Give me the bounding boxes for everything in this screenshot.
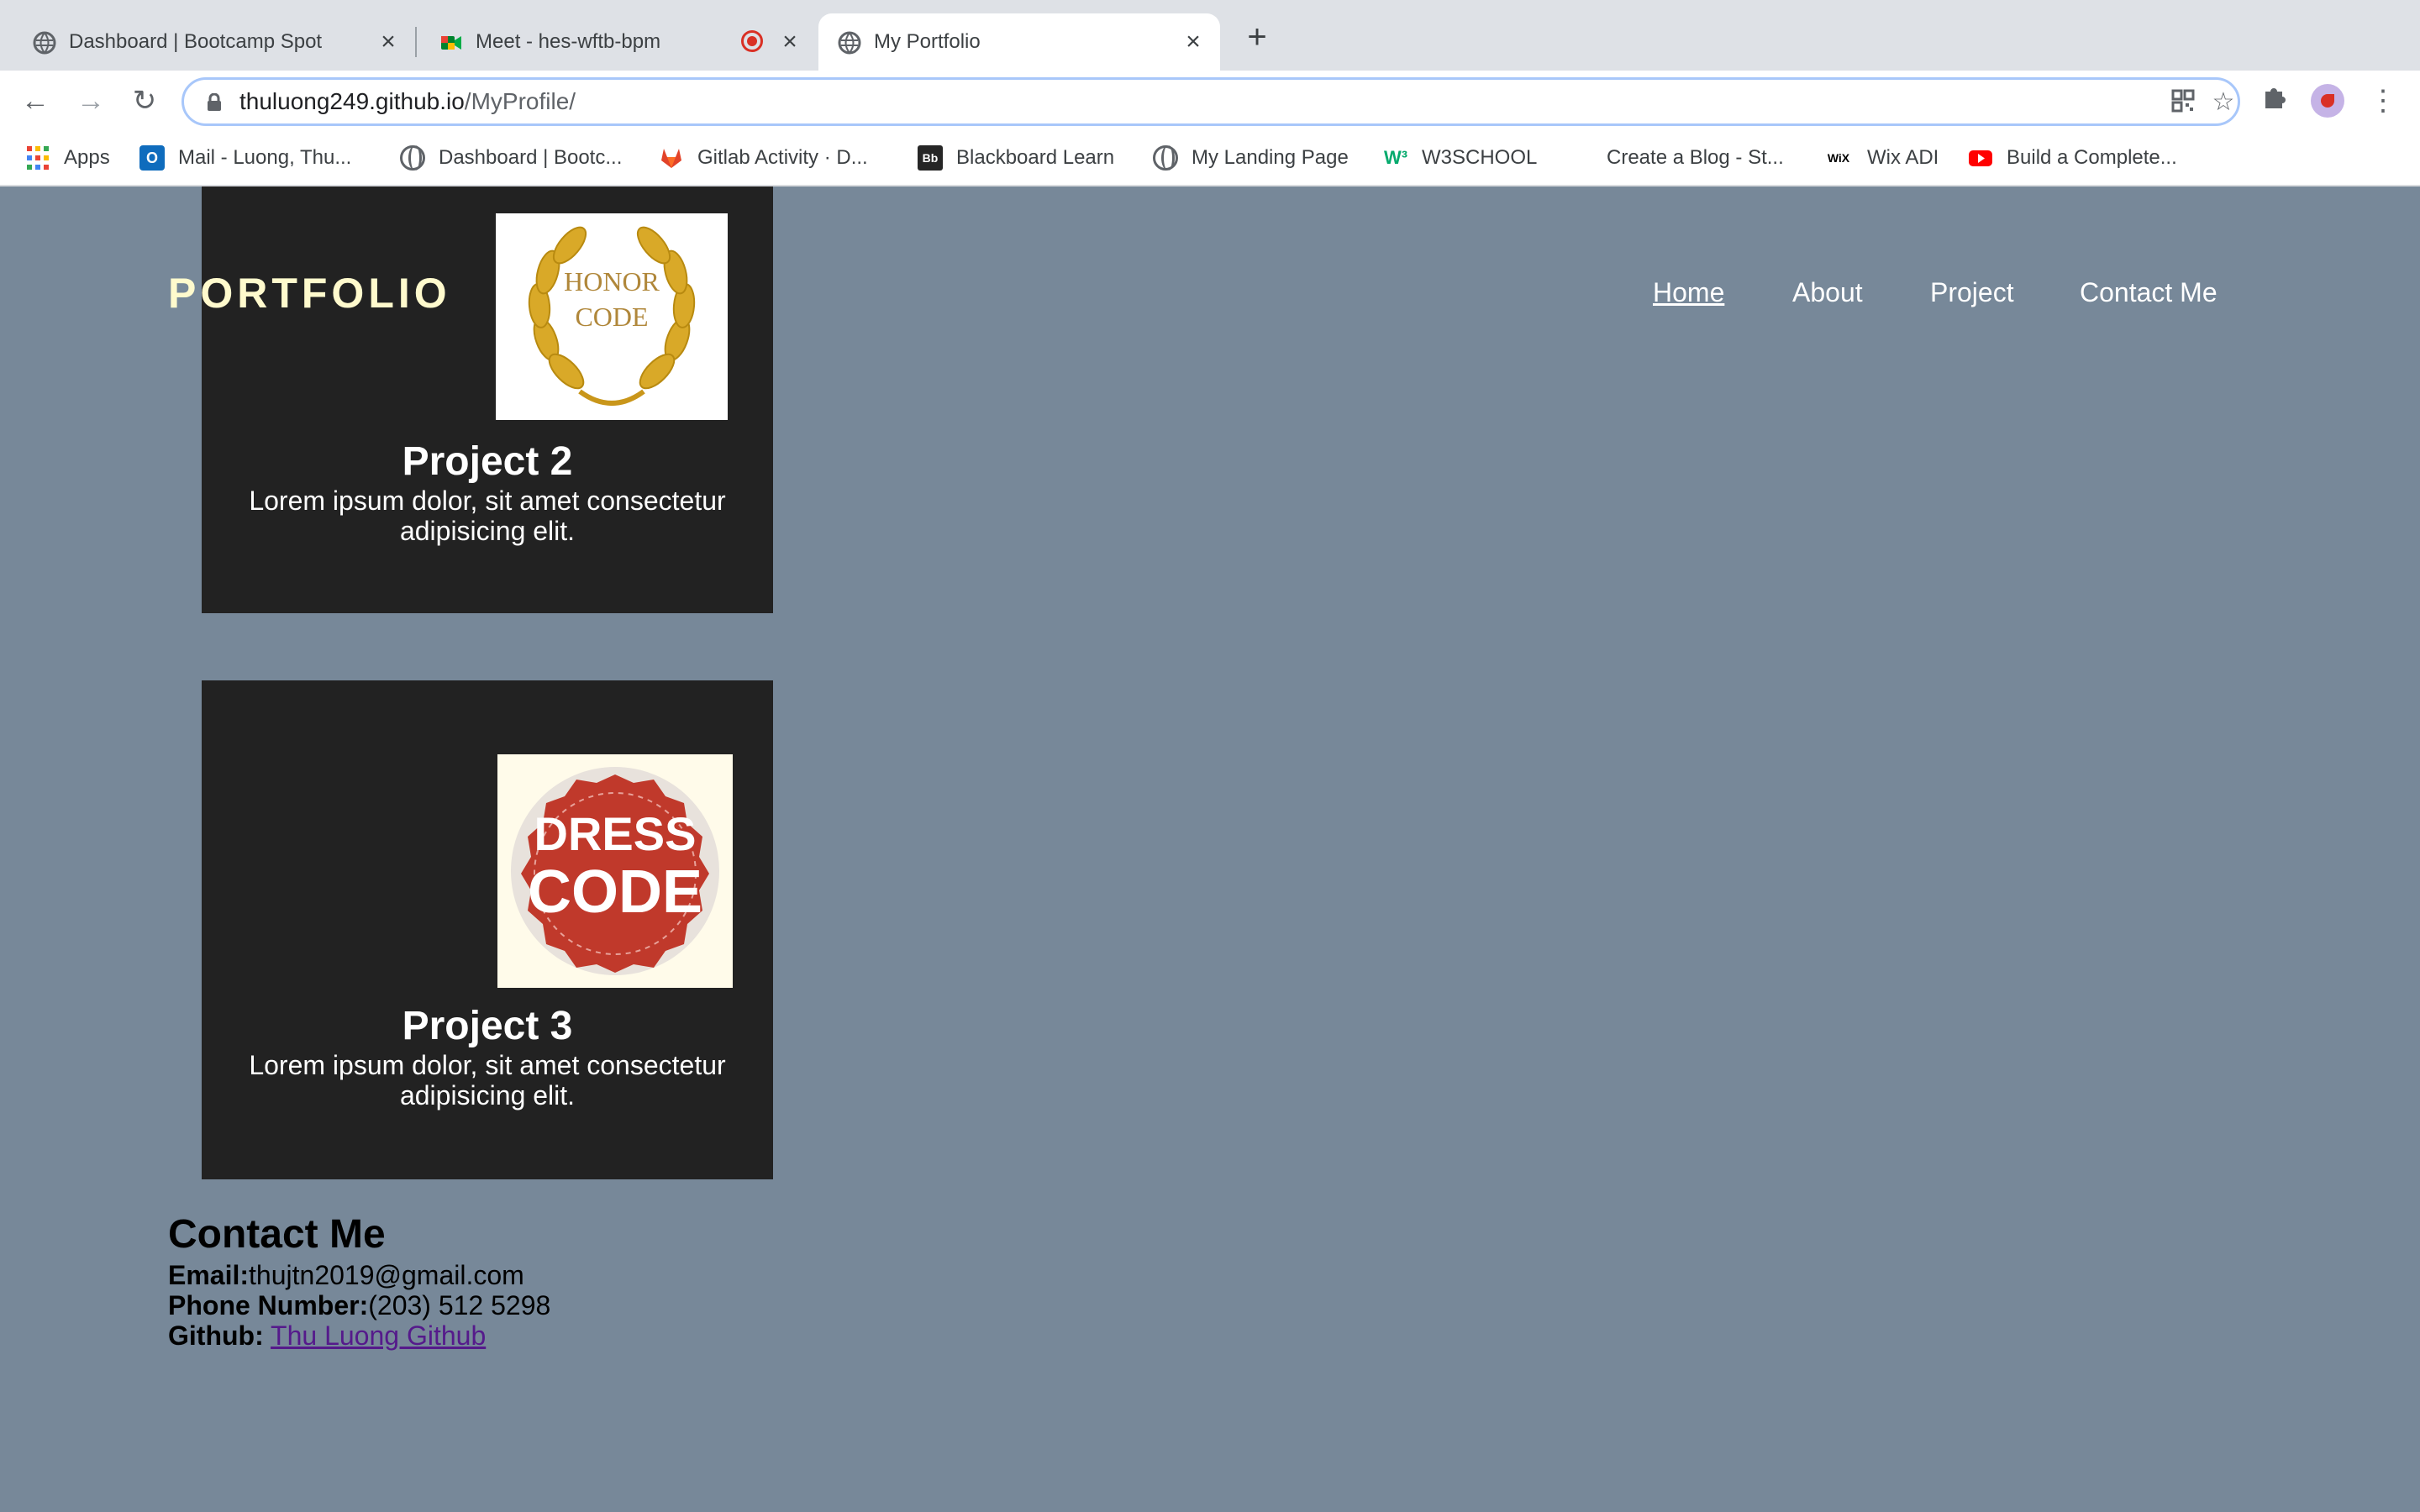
tab-title: Meet - hes-wftb-bpm [476,30,661,53]
globe-icon [1153,145,1178,171]
reload-icon[interactable]: ↻ [126,82,163,119]
image-text-line: DRESS [534,807,697,860]
tab-strip: Dashboard | Bootcamp Spot × Meet - hes-w… [0,0,2420,71]
wix-icon: WiX [1827,151,1850,165]
page-viewport: HONOR CODE Project 2 Lorem ipsum dolor, … [0,186,2420,1512]
contact-github: Github: Thu Luong Github [168,1320,486,1352]
bookmark-wix[interactable]: WiX Wix ADI [1823,143,1939,173]
bookmark-label: Create a Blog - St... [1607,146,1784,169]
nav-contact-me[interactable]: Contact Me [2080,277,2217,308]
youtube-icon [1969,150,1992,166]
phone-value: (203) 512 5298 [368,1290,551,1320]
email-value: thujtn2019@gmail.com [249,1260,524,1290]
forward-arrow-icon[interactable]: → [72,82,109,119]
globe-icon [838,31,861,55]
url-text[interactable]: thuluong249.github.io/MyProfile/ [239,88,576,115]
back-arrow-icon[interactable]: ← [17,82,54,119]
lock-icon [208,93,221,111]
browser-toolbar: ← → ↻ thuluong249.github.io/MyProfile/ ☆… [0,71,2420,131]
image-text-line: CODE [527,858,703,926]
project-card: HONOR CODE Project 2 Lorem ipsum dolor, … [202,186,773,613]
contact-email: Email:thujtn2019@gmail.com [168,1260,524,1291]
bookmark-label: Gitlab Activity · D... [697,146,868,169]
extensions-puzzle-icon[interactable] [2255,82,2292,119]
bookmark-label: W3SCHOOL [1422,146,1538,169]
url-host: thuluong249.github.io [239,88,465,114]
bookmark-star-icon[interactable]: ☆ [2209,88,2238,117]
close-tab-icon[interactable]: × [1180,29,1207,55]
site-logo[interactable]: PORTFOLIO [168,269,451,318]
contact-phone: Phone Number:(203) 512 5298 [168,1290,550,1321]
qr-code-icon[interactable] [2169,88,2197,117]
github-label: Github: [168,1320,264,1351]
bookmark-label: Build a Complete... [2007,146,2177,169]
bookmark-label: Blackboard Learn [956,146,1115,169]
bookmark-label: My Landing Page [1192,146,1349,169]
project-title: Project 2 [402,439,573,484]
tab-google-meet[interactable]: Meet - hes-wftb-bpm × [420,13,815,71]
dress-code-image: DRESS CODE [497,754,733,988]
image-text-line: HONOR [564,266,660,297]
blackboard-icon: Bb [918,145,943,171]
image-text-line: CODE [575,302,649,332]
project-description: Lorem ipsum dolor, sit amet consectetur … [249,1050,726,1110]
project-card: DRESS CODE Project 3 Lorem ipsum dolor, … [202,680,773,1179]
bookmark-label: Apps [64,146,110,169]
tab-title: My Portfolio [874,30,981,53]
project-description: Lorem ipsum dolor, sit amet consectetur … [249,486,726,546]
bookmarks-bar: Apps O Mail - Luong, Thu... Dashboard | … [0,131,2420,186]
bookmark-dashboard[interactable]: Dashboard | Bootc... [400,143,622,173]
github-link[interactable]: Thu Luong Github [271,1320,486,1351]
bookmark-label: Mail - Luong, Thu... [178,146,352,169]
tab-separator [415,27,417,57]
honor-code-image: HONOR CODE [496,213,728,420]
globe-icon [33,31,56,55]
bookmark-youtube[interactable]: Build a Complete... [1968,143,2177,173]
apps-grid-icon [25,145,50,171]
google-meet-icon [441,36,461,50]
phone-label: Phone Number: [168,1290,369,1320]
recording-indicator-icon [741,30,763,52]
profile-avatar[interactable] [2311,84,2344,118]
tab-my-portfolio[interactable]: My Portfolio × [818,13,1220,71]
bookmark-blackboard[interactable]: Bb Blackboard Learn [918,143,1114,173]
project-title: Project 3 [402,1004,573,1048]
nav-project[interactable]: Project [1930,277,2014,308]
bookmark-apps[interactable]: Apps [25,143,110,173]
bookmark-mail[interactable]: O Mail - Luong, Thu... [139,143,351,173]
url-path: /MyProfile/ [464,88,576,114]
more-menu-icon[interactable]: ⋮ [2366,82,2400,119]
bookmark-w3school[interactable]: W³ W3SCHOOL [1383,143,1537,173]
tab-title: Dashboard | Bootcamp Spot [69,30,323,53]
bookmark-landing-page[interactable]: My Landing Page [1153,143,1349,173]
address-bar[interactable]: thuluong249.github.io/MyProfile/ ☆ [182,77,2240,126]
close-tab-icon[interactable]: × [375,29,402,55]
gitlab-icon [661,149,681,168]
email-label: Email: [168,1260,250,1290]
w3schools-icon: W³ [1383,147,1408,168]
bookmark-label: Wix ADI [1867,146,1939,169]
nav-home[interactable]: Home [1653,277,1724,308]
tab-bootcamp-spot[interactable]: Dashboard | Bootcamp Spot × [13,13,408,71]
bookmark-gitlab[interactable]: Gitlab Activity · D... [659,143,868,173]
bookmark-label: Dashboard | Bootc... [439,146,623,169]
nav-about[interactable]: About [1792,277,1863,308]
bookmark-create-blog[interactable]: Create a Blog - St... [1607,143,1784,173]
close-tab-icon[interactable]: × [776,29,803,55]
contact-heading: Contact Me [168,1212,386,1257]
outlook-icon: O [139,145,165,171]
globe-icon [400,145,425,171]
new-tab-plus-icon[interactable]: + [1240,20,1274,54]
